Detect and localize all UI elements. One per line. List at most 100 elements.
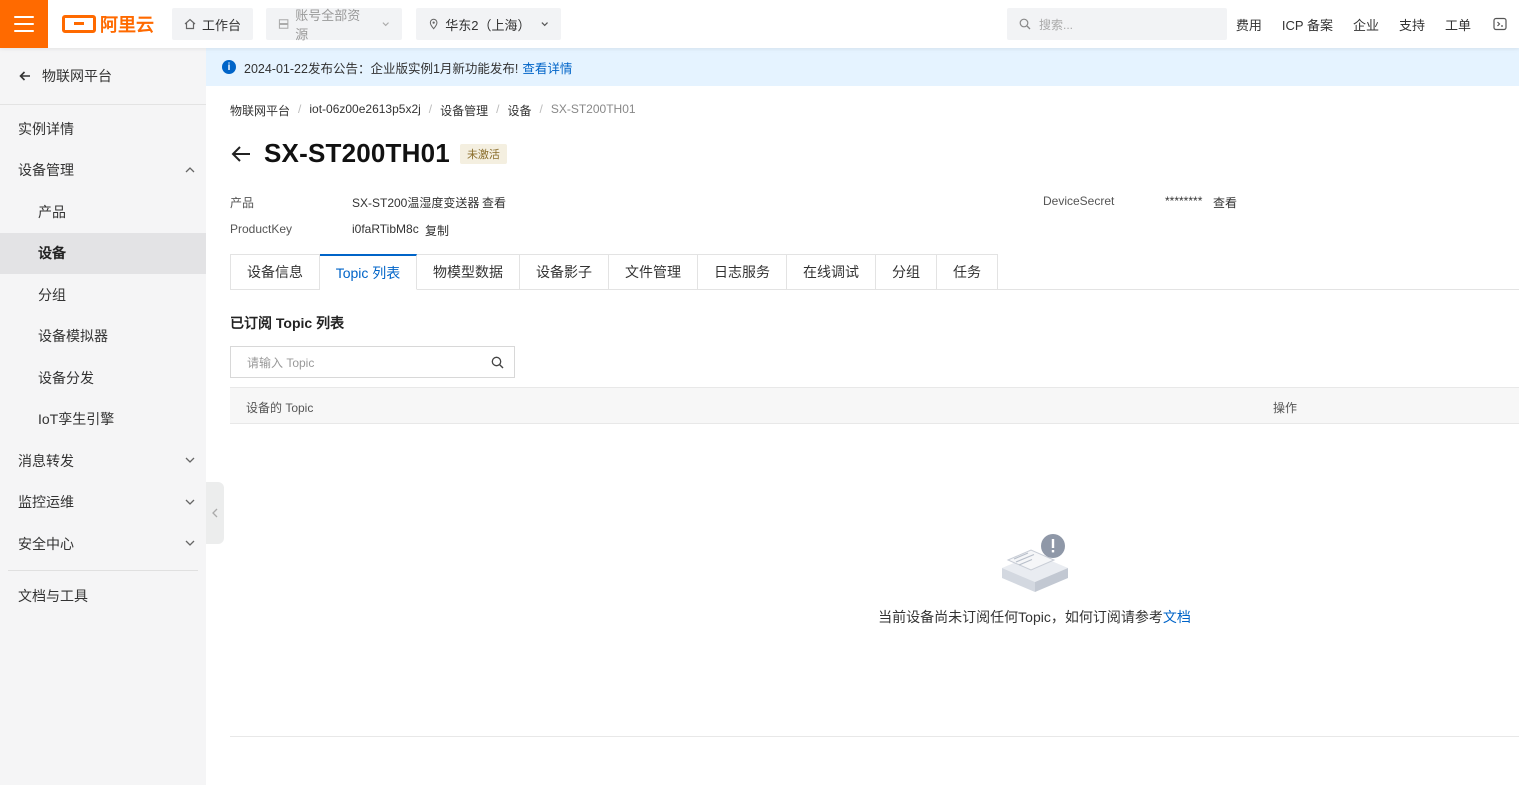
product-label: 产品: [230, 196, 255, 210]
breadcrumb: 物联网平台 / iot-06z00e2613p5x2j / 设备管理 / 设备 / SX…: [230, 102, 636, 119]
sidebar-item-device-simulator[interactable]: 设备模拟器: [0, 316, 206, 358]
sidebar-item-label: 设备分发: [38, 369, 94, 386]
tab-device-shadow[interactable]: 设备影子: [520, 254, 609, 290]
breadcrumb-iot-platform[interactable]: 物联网平台: [230, 102, 290, 119]
sidebar-item-message-forwarding[interactable]: 消息转发: [0, 440, 206, 482]
devicesecret-value: ********: [1165, 194, 1203, 208]
sidebar-item-label: 产品: [38, 203, 66, 220]
resources-label: 账号全部资源: [295, 8, 361, 42]
tab-file-management[interactable]: 文件管理: [609, 254, 698, 290]
tab-bar: 设备信息 Topic 列表 物模型数据 设备影子 文件管理 日志服务 在线调试 …: [230, 254, 998, 290]
productkey-copy-link[interactable]: 复制: [425, 222, 449, 239]
search-icon[interactable]: [491, 356, 504, 369]
sidebar-item-device-management[interactable]: 设备管理: [0, 150, 206, 192]
resources-dropdown[interactable]: 账号全部资源: [266, 8, 402, 42]
global-search-placeholder: 搜索...: [1039, 17, 1074, 32]
sidebar-item-label: 设备管理: [18, 162, 74, 179]
breadcrumb-device-management[interactable]: 设备管理: [440, 102, 488, 119]
breadcrumb-separator: /: [428, 102, 433, 116]
sidebar-item-devices[interactable]: 设备: [0, 232, 206, 274]
back-arrow-icon[interactable]: [230, 145, 252, 163]
logo-mark-icon: [62, 15, 96, 33]
sidebar-item-device-distribution[interactable]: 设备分发: [0, 357, 206, 399]
location-icon: [429, 18, 438, 30]
global-search-input[interactable]: 搜索...: [1007, 8, 1227, 40]
empty-state-message: 当前设备尚未订阅任何Topic，如何订阅请参考文档: [230, 607, 1519, 627]
status-badge: 未激活: [459, 143, 507, 164]
sidebar-divider: [8, 569, 198, 571]
tab-online-debug[interactable]: 在线调试: [787, 254, 876, 290]
chevron-down-icon: [185, 457, 195, 463]
sidebar-back-label: 物联网平台: [42, 68, 112, 84]
sidebar-item-instance-details[interactable]: 实例详情: [0, 108, 206, 150]
ticket-link[interactable]: 工单: [1435, 15, 1481, 34]
devicesecret-label: DeviceSecret: [1043, 194, 1115, 208]
sidebar-item-label: 消息转发: [18, 452, 74, 469]
announcement-bar: i 2024-01-22发布公告：企业版实例1月新功能发布! 查看详情: [206, 48, 1519, 86]
sidebar-item-label: 安全中心: [18, 535, 74, 552]
subscribed-topics-title: 已订阅 Topic 列表: [230, 315, 345, 331]
search-icon: [1019, 18, 1031, 30]
productkey-value: i0faRTibM8c: [352, 222, 419, 236]
sidebar-back-to-iot[interactable]: 物联网平台: [0, 48, 206, 105]
table-bottom-border: [230, 736, 1519, 737]
info-icon: i: [222, 60, 236, 74]
menu-icon[interactable]: [0, 0, 48, 48]
tab-thing-model-data[interactable]: 物模型数据: [417, 254, 520, 290]
empty-state-icon: [1002, 534, 1068, 592]
tab-device-info[interactable]: 设备信息: [230, 254, 320, 290]
sidebar-item-products[interactable]: 产品: [0, 191, 206, 233]
arrow-left-icon: [19, 71, 30, 81]
enterprise-link[interactable]: 企业: [1343, 15, 1389, 34]
region-dropdown[interactable]: 华东2（上海）: [416, 8, 561, 40]
devicesecret-view-link[interactable]: 查看: [1213, 194, 1237, 211]
empty-state-text: 当前设备尚未订阅任何Topic，如何订阅请参考: [878, 609, 1163, 625]
aliyun-logo[interactable]: 阿里云: [62, 13, 154, 35]
breadcrumb-separator: /: [496, 102, 500, 116]
breadcrumb-separator: /: [539, 102, 543, 116]
sidebar-item-label: 监控运维: [18, 494, 74, 511]
column-header-topic: 设备的 Topic: [246, 401, 314, 415]
empty-state-docs-link[interactable]: 文档: [1163, 609, 1191, 625]
tab-groups[interactable]: 分组: [876, 254, 937, 290]
announcement-text: 2024-01-22发布公告：企业版实例1月新功能发布!: [244, 61, 519, 76]
sidebar-item-groups[interactable]: 分组: [0, 274, 206, 316]
breadcrumb-devices[interactable]: 设备: [507, 102, 531, 119]
page-title: SX-ST200TH01: [264, 138, 450, 168]
tab-topic-list[interactable]: Topic 列表: [320, 254, 417, 290]
billing-link[interactable]: 费用: [1226, 15, 1272, 34]
workbench-label: 工作台: [202, 17, 242, 33]
sidebar-item-label: 分组: [38, 286, 66, 303]
region-label: 华东2（上海）: [445, 17, 531, 33]
breadcrumb-instance[interactable]: iot-06z00e2613p5x2j: [309, 102, 420, 119]
tab-tasks[interactable]: 任务: [937, 254, 998, 290]
breadcrumb-current-device: SX-ST200TH01: [550, 102, 636, 116]
workbench-button[interactable]: 工作台: [172, 8, 254, 40]
breadcrumb-separator: /: [298, 102, 302, 116]
chevron-down-icon: [541, 22, 548, 27]
tab-log-service[interactable]: 日志服务: [698, 254, 787, 290]
home-icon: [184, 18, 196, 30]
top-bar: 阿里云 工作台 账号全部资源 华东2（上海） 搜索... 费用 ICP 备案 企…: [0, 0, 1519, 48]
sidebar-item-label: 文档与工具: [18, 588, 88, 605]
chevron-down-icon: [185, 499, 195, 505]
topic-search-placeholder: 请输入 Topic: [247, 355, 315, 370]
topic-search-input[interactable]: 请输入 Topic: [230, 346, 515, 378]
support-link[interactable]: 支持: [1389, 15, 1435, 34]
announcement-details-link[interactable]: 查看详情: [522, 58, 572, 77]
sidebar-item-iot-twin-engine[interactable]: IoT孪生引擎: [0, 399, 206, 441]
topic-table-header: 设备的 Topic 操作: [230, 387, 1519, 424]
icp-link[interactable]: ICP 备案: [1272, 15, 1343, 34]
product-value: SX-ST200温湿度变送器: [352, 196, 480, 210]
sidebar-item-monitoring-ops[interactable]: 监控运维: [0, 482, 206, 524]
product-view-link[interactable]: 查看: [482, 194, 506, 211]
chevron-down-icon: [382, 22, 389, 27]
sidebar-item-docs-tools[interactable]: 文档与工具: [0, 576, 206, 618]
sidebar-item-label: 设备模拟器: [38, 328, 108, 345]
ai-assistant-icon[interactable]: [1481, 16, 1519, 32]
sidebar-item-label: IoT孪生引擎: [38, 411, 115, 428]
sidebar-item-security-center[interactable]: 安全中心: [0, 523, 206, 565]
sidebar-collapse-handle[interactable]: [206, 482, 224, 544]
logo-text: 阿里云: [100, 15, 154, 35]
chevron-down-icon: [185, 540, 195, 546]
